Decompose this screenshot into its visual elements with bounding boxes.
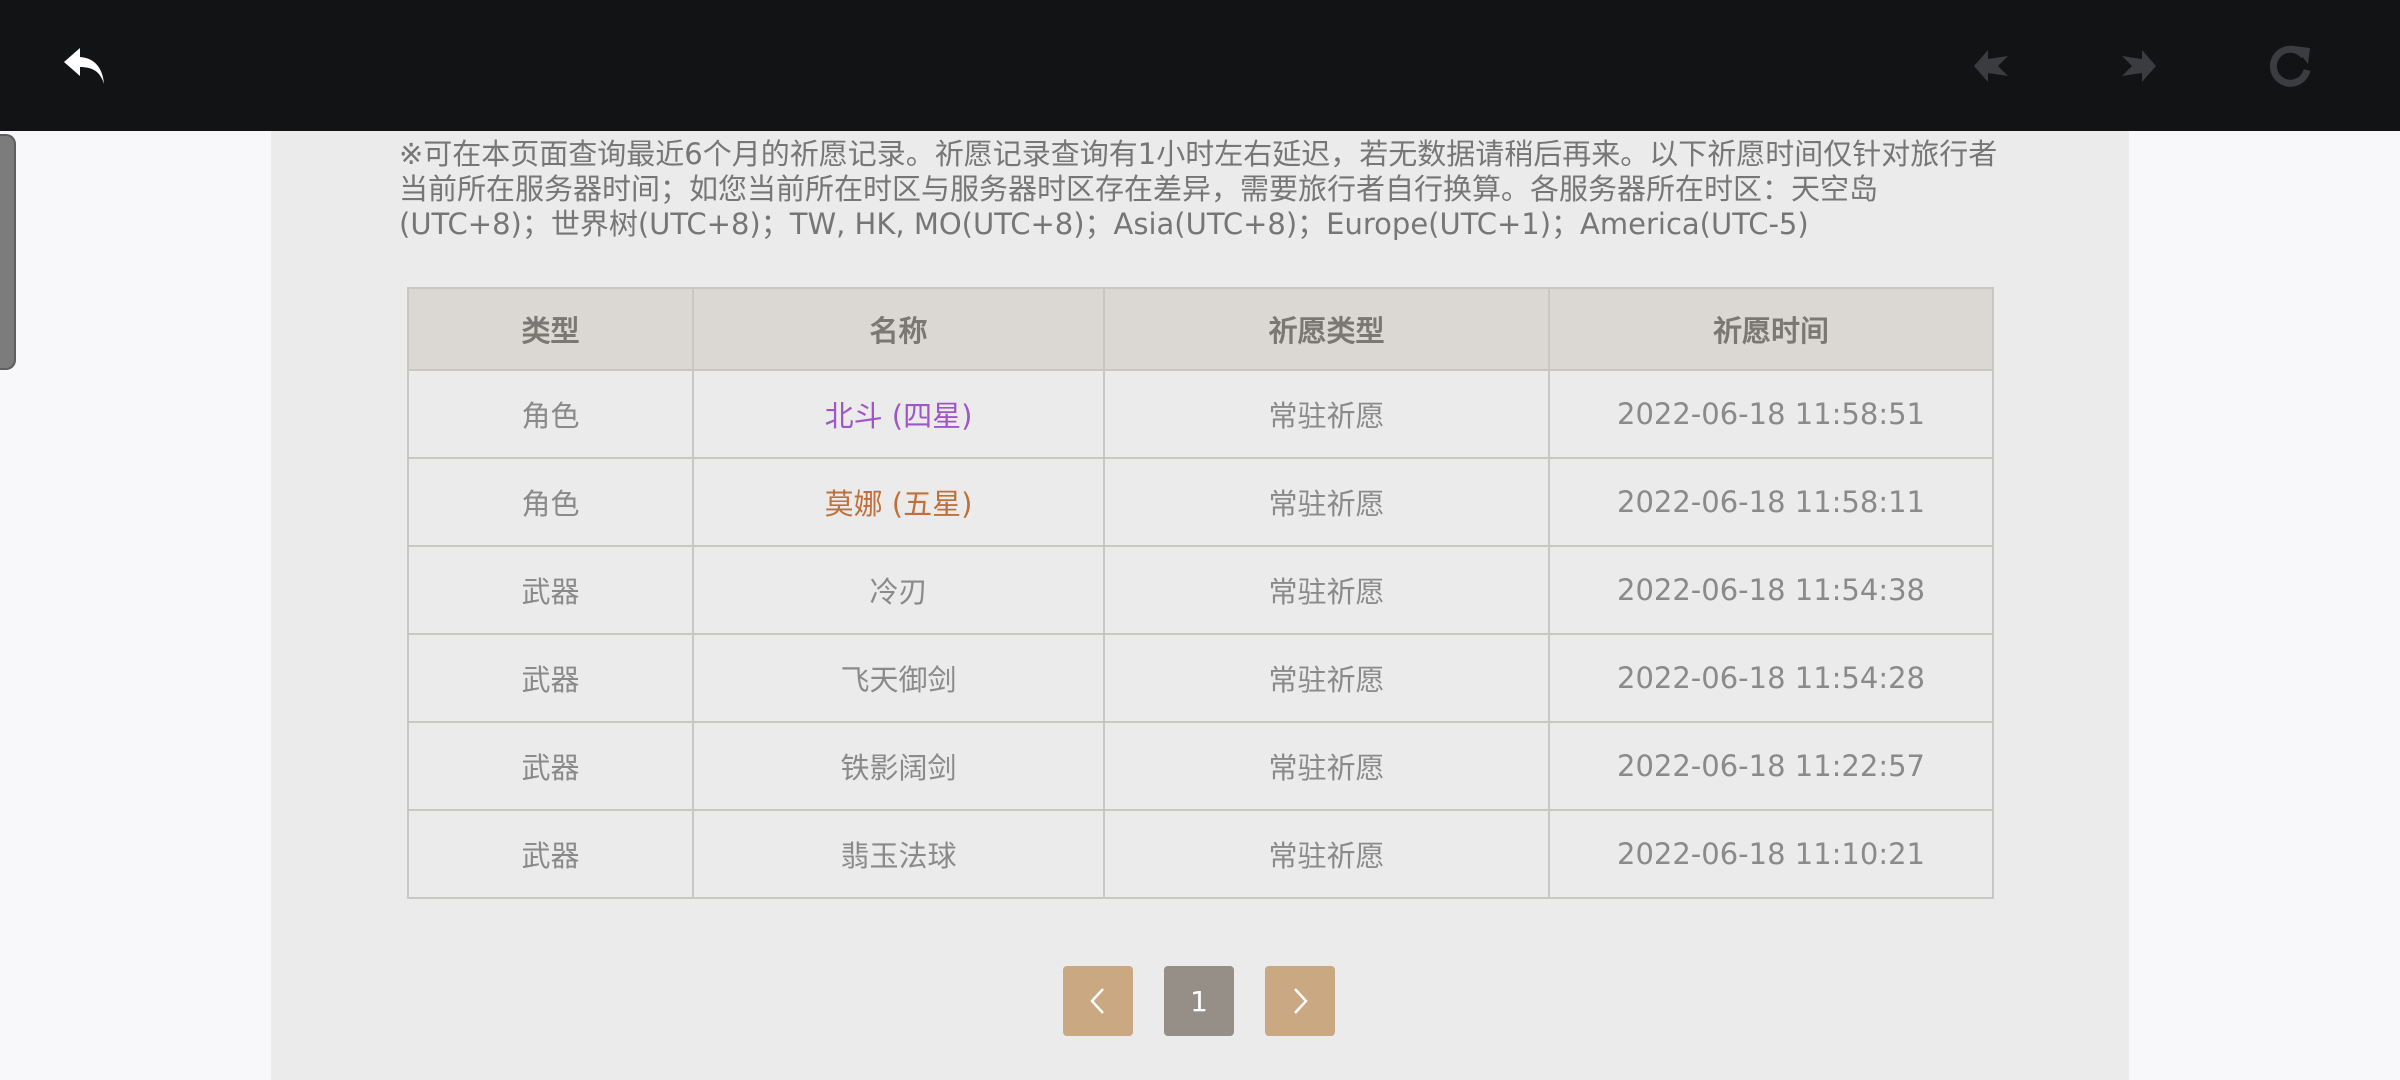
- cell-type: 武器: [407, 633, 694, 723]
- header-name: 名称: [692, 287, 1105, 371]
- cell-wish-type: 常驻祈愿: [1103, 457, 1550, 547]
- cell-type: 武器: [407, 545, 694, 635]
- table-header-row: 类型 名称 祈愿类型 祈愿时间: [407, 287, 1994, 371]
- side-drawer-handle[interactable]: [0, 134, 16, 370]
- refresh-icon[interactable]: [2258, 34, 2322, 98]
- back-arrow-icon[interactable]: [52, 34, 116, 98]
- notice-text: ※可在本页面查询最近6个月的祈愿记录。祈愿记录查询有1小时左右延迟，若无数据请稍…: [399, 137, 1998, 241]
- header-wish-type: 祈愿类型: [1103, 287, 1550, 371]
- chevron-left-icon: [1090, 988, 1104, 1014]
- table-row: 武器 冷刃 常驻祈愿 2022-06-18 11:54:38: [407, 545, 1994, 635]
- wish-records-table: 类型 名称 祈愿类型 祈愿时间 角色 北斗 (四星) 常驻祈愿 2022-06-…: [407, 287, 1994, 899]
- cell-time: 2022-06-18 11:58:11: [1548, 457, 1994, 547]
- cell-time: 2022-06-18 11:58:51: [1548, 369, 1994, 459]
- cell-item-name: 冷刃: [692, 545, 1105, 635]
- cell-time: 2022-06-18 11:22:57: [1548, 721, 1994, 811]
- cell-type: 武器: [407, 809, 694, 899]
- cell-type: 角色: [407, 369, 694, 459]
- top-toolbar: [0, 0, 2400, 131]
- next-page-button[interactable]: [1265, 966, 1335, 1036]
- table-row: 武器 翡玉法球 常驻祈愿 2022-06-18 11:10:21: [407, 809, 1994, 899]
- nav-back-icon[interactable]: [1960, 34, 2024, 98]
- header-wish-time: 祈愿时间: [1548, 287, 1994, 371]
- wish-history-panel: ※可在本页面查询最近6个月的祈愿记录。祈愿记录查询有1小时左右延迟，若无数据请稍…: [271, 131, 2129, 1080]
- cell-item-name: 翡玉法球: [692, 809, 1105, 899]
- cell-wish-type: 常驻祈愿: [1103, 545, 1550, 635]
- cell-item-name: 铁影阔剑: [692, 721, 1105, 811]
- cell-wish-type: 常驻祈愿: [1103, 809, 1550, 899]
- cell-time: 2022-06-18 11:10:21: [1548, 809, 1994, 899]
- table-row: 角色 莫娜 (五星) 常驻祈愿 2022-06-18 11:58:11: [407, 457, 1994, 547]
- header-type: 类型: [407, 287, 694, 371]
- cell-item-name: 飞天御剑: [692, 633, 1105, 723]
- chevron-right-icon: [1294, 988, 1308, 1014]
- cell-time: 2022-06-18 11:54:38: [1548, 545, 1994, 635]
- table-row: 武器 飞天御剑 常驻祈愿 2022-06-18 11:54:28: [407, 633, 1994, 723]
- cell-item-name: 北斗 (四星): [692, 369, 1105, 459]
- prev-page-button[interactable]: [1063, 966, 1133, 1036]
- nav-forward-icon[interactable]: [2106, 34, 2170, 98]
- cell-item-name: 莫娜 (五星): [692, 457, 1105, 547]
- cell-wish-type: 常驻祈愿: [1103, 721, 1550, 811]
- cell-type: 武器: [407, 721, 694, 811]
- cell-wish-type: 常驻祈愿: [1103, 369, 1550, 459]
- page-number-button[interactable]: 1: [1164, 966, 1234, 1036]
- table-row: 角色 北斗 (四星) 常驻祈愿 2022-06-18 11:58:51: [407, 369, 1994, 459]
- cell-type: 角色: [407, 457, 694, 547]
- table-row: 武器 铁影阔剑 常驻祈愿 2022-06-18 11:22:57: [407, 721, 1994, 811]
- cell-wish-type: 常驻祈愿: [1103, 633, 1550, 723]
- cell-time: 2022-06-18 11:54:28: [1548, 633, 1994, 723]
